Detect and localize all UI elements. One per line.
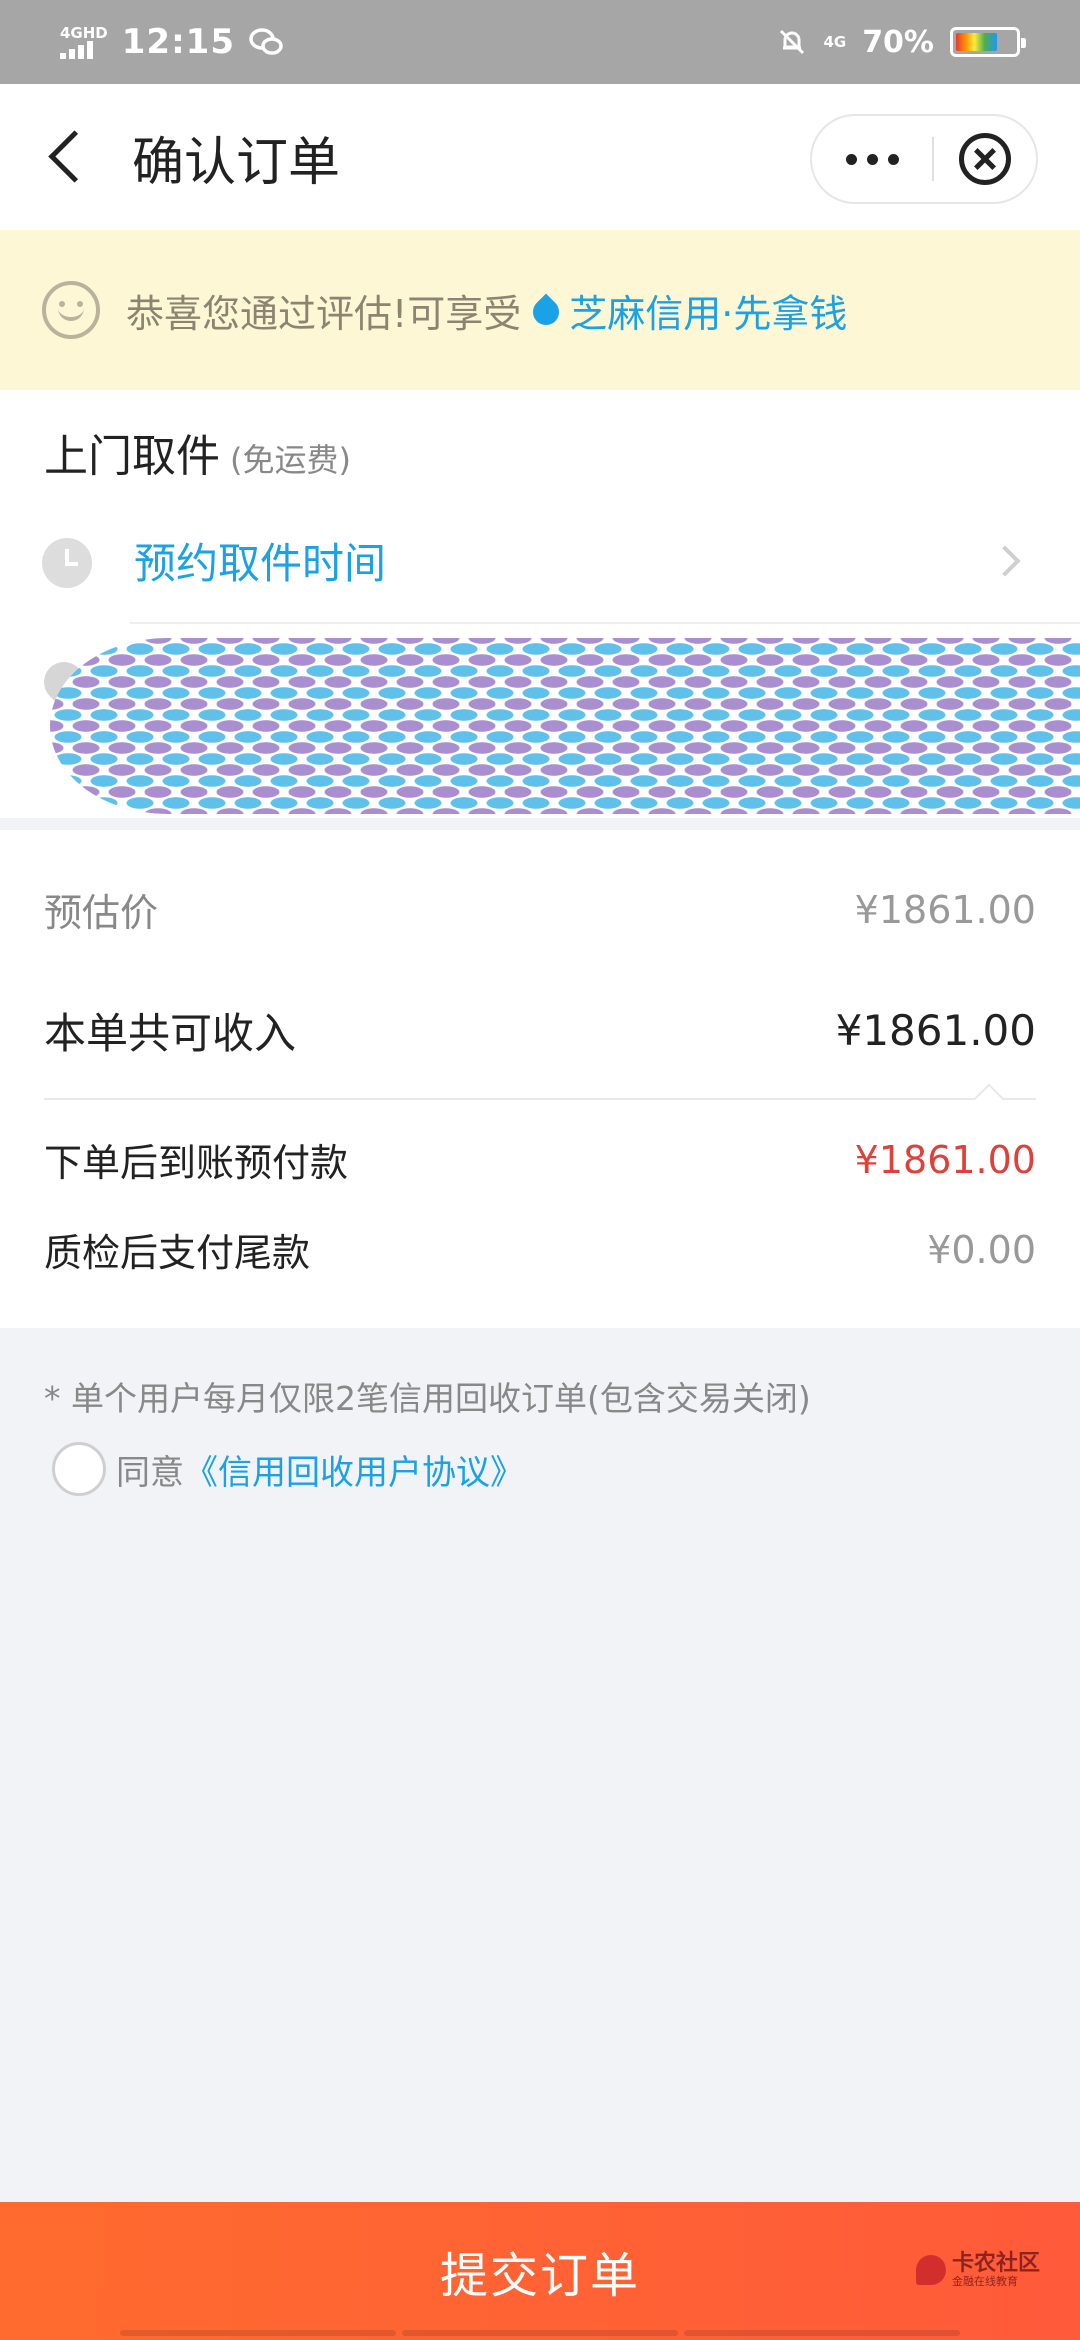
watermark-title: 卡农社区 bbox=[951, 2251, 1040, 2276]
balance-value: ¥0.00 bbox=[927, 1227, 1036, 1272]
sesame-credit-link[interactable]: 芝麻信用·先拿钱 bbox=[569, 283, 847, 338]
battery-icon bbox=[950, 27, 1026, 57]
divider-notch bbox=[973, 1083, 1005, 1115]
network-label: 4GHD bbox=[60, 24, 108, 42]
price-section: 预估价 ¥1861.00 本单共可收入 ¥1861.00 下单后到账预付款 ¥1… bbox=[0, 830, 1080, 1328]
estimate-value: ¥1861.00 bbox=[854, 887, 1036, 932]
watermark-subtitle: 金融在线教育 bbox=[951, 2275, 1018, 2288]
close-button[interactable] bbox=[934, 116, 1036, 202]
pickup-subtitle: (免运费) bbox=[230, 441, 351, 479]
chevron-right-icon[interactable] bbox=[989, 545, 1021, 577]
limit-note: * 单个用户每月仅限2笔信用回收订单(包含交易关闭) bbox=[44, 1379, 811, 1418]
watermark: 卡农社区 金融在线教育 bbox=[915, 2251, 1040, 2288]
pickup-section: 上门取件 (免运费) 预约取件时间 bbox=[0, 390, 1080, 818]
status-right: 4G 70% bbox=[777, 0, 1026, 84]
banner-text: 恭喜您通过评估!可享受 bbox=[126, 291, 522, 336]
clock-icon bbox=[42, 538, 92, 588]
pickup-title: 上门取件 bbox=[44, 431, 220, 482]
smile-icon bbox=[42, 281, 100, 339]
balance-label: 质检后支付尾款 bbox=[44, 1231, 311, 1275]
submit-label: 提交订单 bbox=[439, 2248, 640, 2304]
page-title: 确认订单 bbox=[132, 133, 341, 193]
close-circle-icon[interactable] bbox=[959, 133, 1011, 185]
agreement-link[interactable]: 《信用回收用户协议》 bbox=[184, 1445, 524, 1494]
prepay-value: ¥1861.00 bbox=[854, 1137, 1036, 1182]
status-left: 4GHD 12:15 bbox=[60, 22, 283, 62]
mini-program-capsule bbox=[810, 114, 1038, 204]
agree-checkbox[interactable] bbox=[52, 1442, 106, 1496]
agreement-row: 同意 《信用回收用户协议》 bbox=[52, 1442, 524, 1496]
prepay-row: 下单后到账预付款 ¥1861.00 bbox=[44, 1132, 1036, 1187]
more-dots-icon[interactable] bbox=[812, 116, 932, 202]
status-bar: 4GHD 12:15 4G 70% bbox=[0, 0, 1080, 84]
prepay-label: 下单后到账预付款 bbox=[44, 1141, 349, 1185]
approval-banner: 恭喜您通过评估!可享受 芝麻信用·先拿钱 bbox=[0, 230, 1080, 390]
total-value: ¥1861.00 bbox=[835, 1006, 1036, 1055]
agree-prefix: 同意 bbox=[116, 1452, 184, 1493]
wechat-icon bbox=[249, 27, 283, 57]
network-4g-label: 4G bbox=[823, 32, 847, 51]
bottom-nav-hint bbox=[0, 2330, 1080, 2340]
battery-level bbox=[956, 33, 997, 51]
mute-bell-icon bbox=[777, 27, 807, 57]
estimate-row: 预估价 ¥1861.00 bbox=[44, 882, 1036, 937]
watermark-logo-icon bbox=[915, 2255, 946, 2285]
battery-percent: 70% bbox=[862, 24, 934, 60]
submit-order-button[interactable]: 提交订单 卡农社区 金融在线教育 bbox=[0, 2202, 1080, 2340]
nav-bar: 确认订单 bbox=[0, 84, 1080, 230]
pickup-time-selector[interactable]: 预约取件时间 bbox=[134, 530, 386, 591]
address-redacted[interactable] bbox=[50, 638, 1080, 814]
sesame-drop-icon bbox=[531, 291, 561, 329]
back-arrow-icon[interactable] bbox=[42, 128, 98, 188]
balance-row: 质检后支付尾款 ¥0.00 bbox=[44, 1222, 1036, 1277]
total-row: 本单共可收入 ¥1861.00 bbox=[44, 1000, 1036, 1061]
pickup-heading: 上门取件 (免运费) bbox=[44, 420, 351, 484]
divider bbox=[130, 622, 1080, 624]
divider bbox=[44, 1098, 1036, 1100]
signal-icon: 4GHD bbox=[60, 25, 108, 59]
total-label: 本单共可收入 bbox=[44, 1009, 297, 1058]
estimate-label: 预估价 bbox=[44, 891, 159, 935]
status-time: 12:15 bbox=[121, 22, 235, 62]
